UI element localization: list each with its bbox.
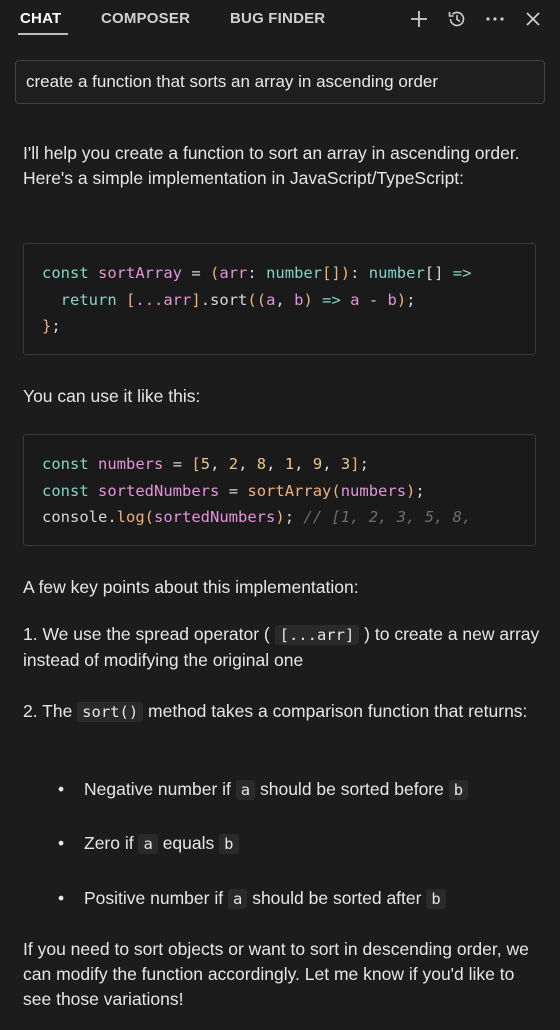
response-intro: I'll help you create a function to sort … (23, 143, 520, 188)
plus-icon[interactable] (408, 8, 430, 30)
code-line: return [...arr].sort((a, b) => a - b); (60, 290, 416, 309)
code-line: const numbers = [5, 2, 8, 1, 9, 3]; (42, 455, 369, 473)
top-bar: CHAT COMPOSER BUG FINDER (0, 0, 560, 40)
code-block-sort-function[interactable]: const sortArray = (arr: number[]): numbe… (23, 243, 536, 355)
point-1: 1. We use the spread operator ( [...arr]… (23, 624, 540, 670)
more-icon[interactable] (484, 8, 506, 30)
code-line: const sortedNumbers = sortArray(numbers)… (42, 481, 425, 500)
inline-code: [...arr] (274, 625, 360, 645)
key-points-label: A few key points about this implementati… (23, 577, 359, 597)
code-line: console.log(sortedNumbers); // [1, 2, 3,… (42, 508, 472, 526)
code-line: const sortArray = (arr: number[]): numbe… (42, 264, 472, 282)
tab-bug-finder[interactable]: BUG FINDER (230, 10, 325, 27)
response-outro: If you need to sort objects or want to s… (23, 939, 529, 1009)
bullet-icon: • (58, 888, 65, 908)
tab-composer[interactable]: COMPOSER (101, 10, 190, 27)
bullet-icon: • (58, 779, 65, 799)
bullet-icon: • (58, 833, 65, 853)
code-line: }; (42, 317, 61, 335)
code-block-usage[interactable]: const numbers = [5, 2, 8, 1, 9, 3]; cons… (23, 434, 536, 546)
usage-label: You can use it like this: (23, 386, 201, 406)
history-icon[interactable] (446, 8, 468, 30)
active-tab-indicator (18, 33, 68, 35)
point-2: 2. The sort() method takes a comparison … (23, 701, 528, 722)
inline-code: sort() (77, 702, 144, 722)
close-icon[interactable] (522, 8, 544, 30)
user-query[interactable]: create a function that sorts an array in… (15, 60, 545, 104)
toolbar (408, 8, 544, 30)
tab-chat[interactable]: CHAT (20, 10, 61, 27)
